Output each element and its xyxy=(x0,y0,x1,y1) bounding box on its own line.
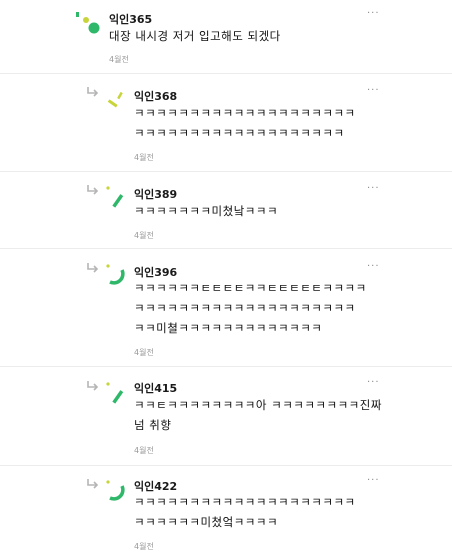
avatar-shape xyxy=(76,12,79,17)
avatar[interactable] xyxy=(104,90,128,112)
comment-text: ㅋㅋㅋㅋㅋㅋ미쳤엌ㅋㅋㅋㅋ xyxy=(134,515,279,529)
comment-time: 4월전 xyxy=(134,542,154,551)
avatar-shape xyxy=(88,22,100,34)
comment-text: ㅋㅋㅋㅋㅋㅋㅋㅋㅋㅋㅋㅋㅋㅋㅋㅋㅋㅋㅋㅋ xyxy=(134,106,356,120)
comment-author[interactable]: 익인368 xyxy=(134,88,177,104)
comment-author[interactable]: 익인365 xyxy=(109,11,152,27)
comment-time: 4월전 xyxy=(109,55,129,64)
avatar-shape xyxy=(106,382,110,386)
more-options-icon[interactable]: ··· xyxy=(367,85,380,96)
comment-time: 4월전 xyxy=(134,446,154,455)
divider xyxy=(0,465,452,466)
comment-text: 대장 내시경 저거 입고해도 되겠다 xyxy=(109,29,281,43)
comment-text: ㅋㅋ미쳘ㅋㅋㅋㅋㅋㅋㅋㅋㅋㅋㅋㅋㅋ xyxy=(134,321,323,335)
comment-item: 익인415 ㅋㅋㅌㅋㅋㅋㅋㅋㅋㅋㅋ아 ㅋㅋㅋㅋㅋㅋㅋㅋ진짜 넘 취향 4월전 ·… xyxy=(0,374,452,469)
avatar[interactable] xyxy=(106,480,130,504)
comment-text: ㅋㅋㅋㅋㅋㅋㅌㅌㅌㅌㅋㅋㅌㅌㅌㅌㅌㅋㅋㅋㅋ xyxy=(134,281,367,295)
comment-item: 익인368 ㅋㅋㅋㅋㅋㅋㅋㅋㅋㅋㅋㅋㅋㅋㅋㅋㅋㅋㅋㅋ ㅋㅋㅋㅋㅋㅋㅋㅋㅋㅋㅋㅋㅋ… xyxy=(0,80,452,175)
reply-arrow-icon xyxy=(87,87,99,97)
comment-text: ㅋㅋㅋㅋㅋㅋㅋ미쳤낰ㅋㅋㅋ xyxy=(134,204,279,218)
more-options-icon[interactable]: ··· xyxy=(367,261,380,272)
avatar-shape xyxy=(107,99,118,108)
more-options-icon[interactable]: ··· xyxy=(367,183,380,194)
comment-time: 4월전 xyxy=(134,348,154,357)
comment-item: 익인396 ㅋㅋㅋㅋㅋㅋㅌㅌㅌㅌㅋㅋㅌㅌㅌㅌㅌㅋㅋㅋㅋ ㅋㅋㅋㅋㅋㅋㅋㅋㅋㅋㅋㅋ… xyxy=(0,256,452,368)
comment-time: 4월전 xyxy=(134,153,154,162)
more-options-icon[interactable]: ··· xyxy=(367,8,380,19)
comment-item: 익인365 대장 내시경 저거 입고해도 되겠다 4월전 ··· xyxy=(0,0,452,80)
avatar[interactable] xyxy=(106,264,130,288)
comment-item: 익인389 ㅋㅋㅋㅋㅋㅋㅋ미쳤낰ㅋㅋㅋ 4월전 ··· xyxy=(0,178,452,248)
comment-text: ㅋㅋㅋㅋㅋㅋㅋㅋㅋㅋㅋㅋㅋㅋㅋㅋㅋㅋㅋ xyxy=(134,126,345,140)
divider xyxy=(0,171,452,172)
avatar[interactable] xyxy=(106,186,130,212)
comment-text: ㅋㅋㅌㅋㅋㅋㅋㅋㅋㅋㅋ아 ㅋㅋㅋㅋㅋㅋㅋㅋ진짜 xyxy=(134,398,382,412)
avatar[interactable] xyxy=(106,382,130,408)
avatar-shape xyxy=(109,485,125,501)
reply-arrow-icon xyxy=(87,479,99,489)
avatar-shape xyxy=(112,194,124,208)
avatar-shape xyxy=(83,17,89,23)
divider xyxy=(0,366,452,367)
more-options-icon[interactable]: ··· xyxy=(367,475,380,486)
comment-text: ㅋㅋㅋㅋㅋㅋㅋㅋㅋㅋㅋㅋㅋㅋㅋㅋㅋㅋㅋㅋ xyxy=(134,495,356,509)
comment-time: 4월전 xyxy=(134,231,154,240)
comment-item: 익인422 ㅋㅋㅋㅋㅋㅋㅋㅋㅋㅋㅋㅋㅋㅋㅋㅋㅋㅋㅋㅋ ㅋㅋㅋㅋㅋㅋ미쳤엌ㅋㅋㅋㅋ… xyxy=(0,472,452,555)
divider xyxy=(0,73,452,74)
comment-text: 넘 취향 xyxy=(134,418,172,432)
avatar-shape xyxy=(117,91,123,100)
comment-text: ㅋㅋㅋㅋㅋㅋㅋㅋㅋㅋㅋㅋㅋㅋㅋㅋㅋㅋㅋㅋ xyxy=(134,301,356,315)
avatar-shape xyxy=(106,480,110,484)
reply-arrow-icon xyxy=(87,381,99,391)
avatar-shape xyxy=(109,269,125,285)
reply-arrow-icon xyxy=(87,263,99,273)
reply-arrow-icon xyxy=(87,185,99,195)
avatar[interactable] xyxy=(76,12,110,36)
divider xyxy=(0,248,452,249)
avatar-shape xyxy=(106,264,110,268)
avatar-shape xyxy=(112,390,124,404)
avatar-shape xyxy=(106,186,110,190)
more-options-icon[interactable]: ··· xyxy=(367,377,380,388)
comment-author[interactable]: 익인389 xyxy=(134,186,177,202)
comment-author[interactable]: 익인415 xyxy=(134,380,177,396)
